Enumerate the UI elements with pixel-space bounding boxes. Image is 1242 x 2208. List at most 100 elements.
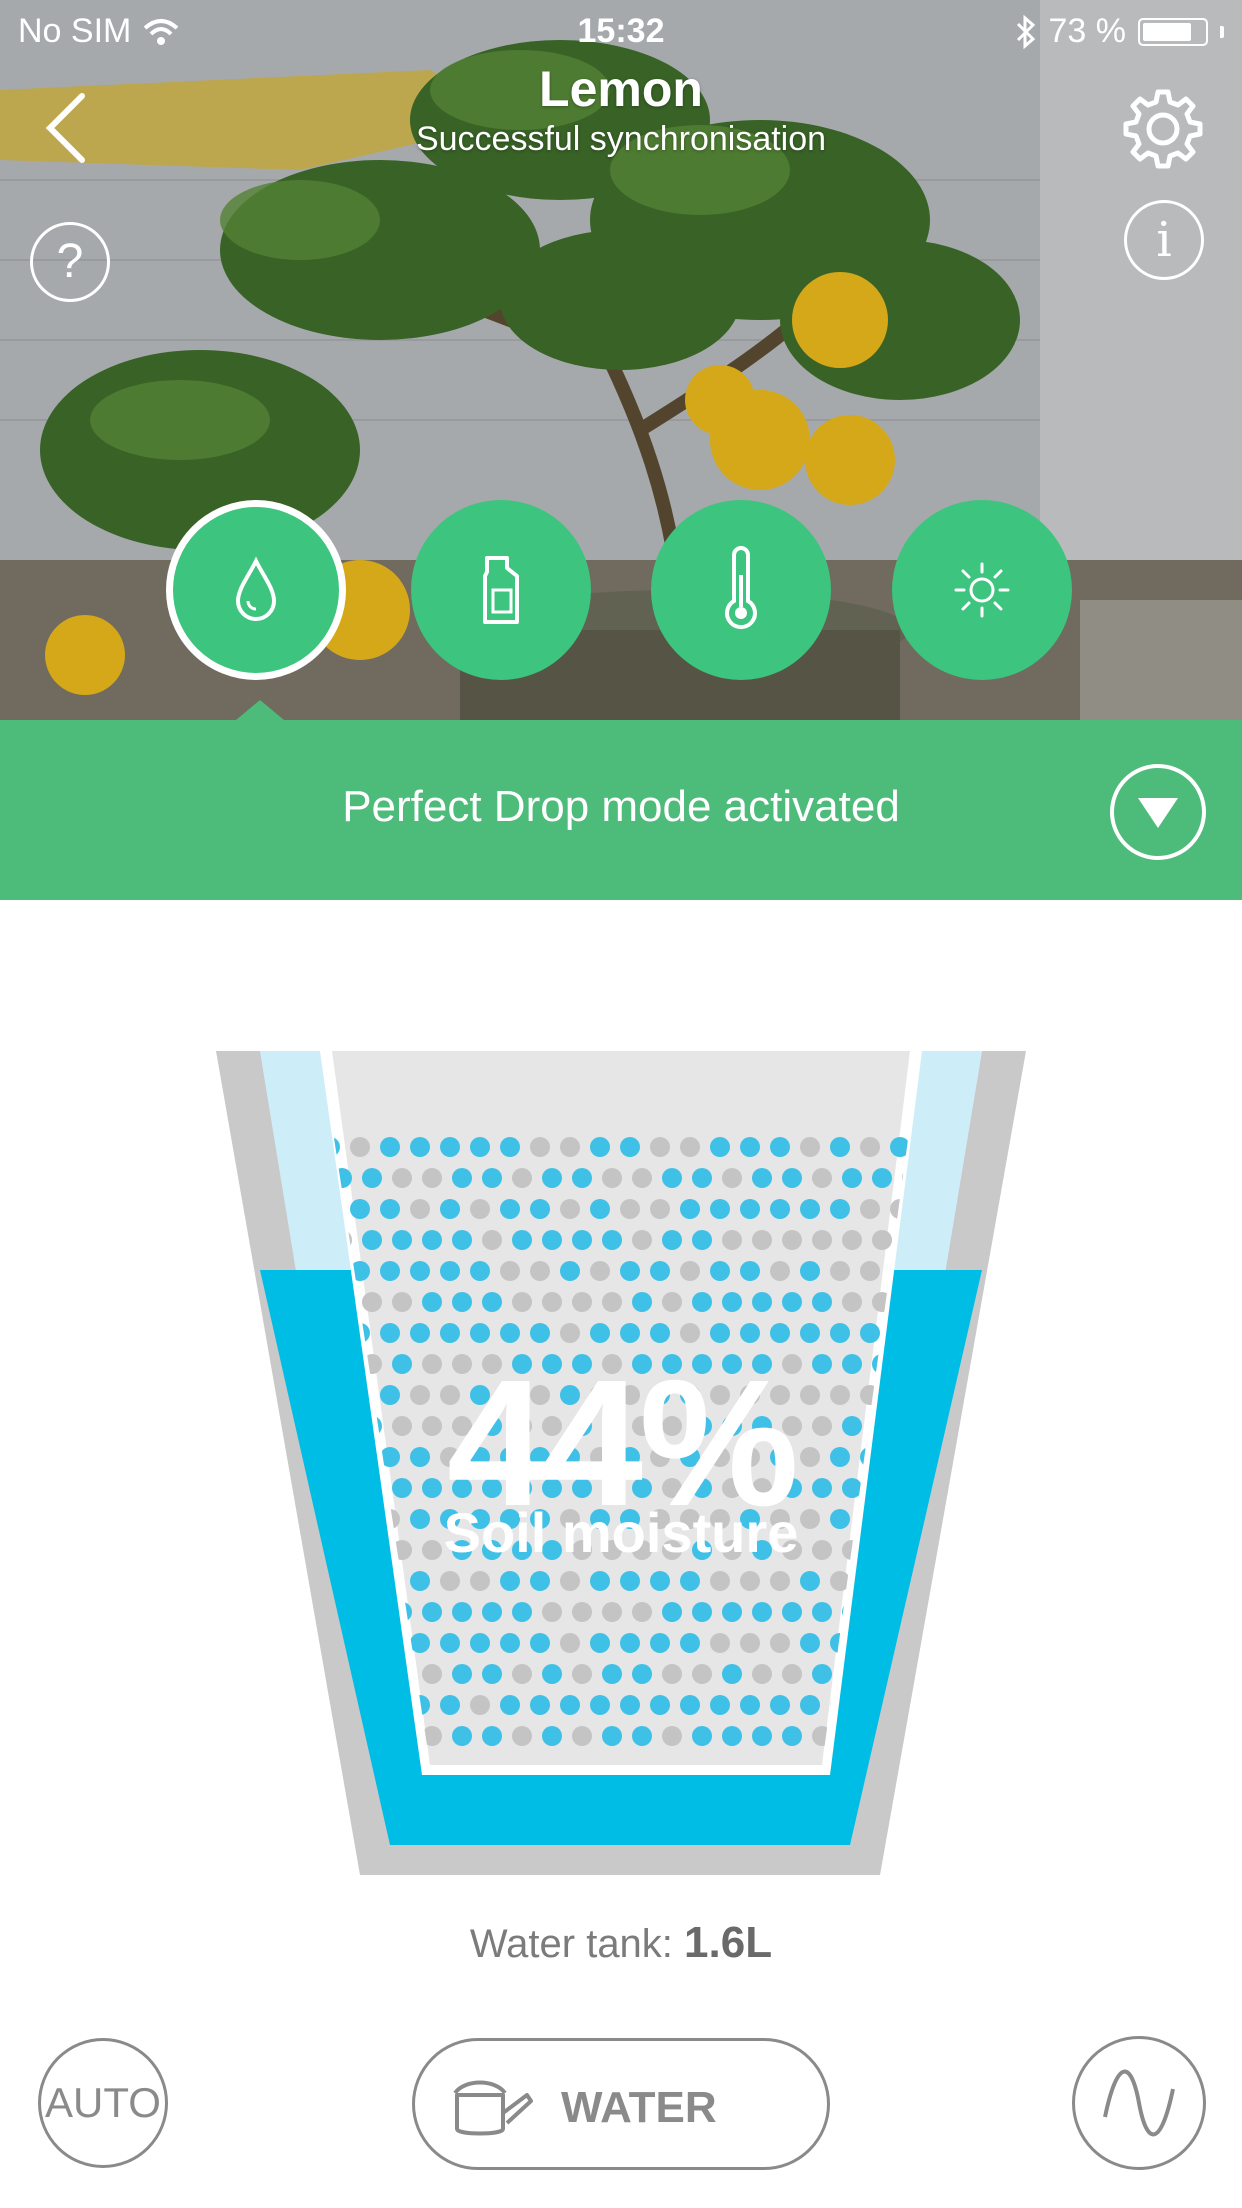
chevron-left-icon — [45, 93, 85, 163]
soil-dot — [812, 1168, 832, 1188]
soil-dot — [782, 1168, 802, 1188]
soil-dot — [530, 1261, 550, 1281]
soil-dot — [440, 1633, 460, 1653]
soil-dot — [800, 1571, 820, 1591]
water-tank-label: Water tank: — [469, 1922, 673, 1966]
soil-dot — [872, 1230, 892, 1250]
water-button[interactable]: WATER — [412, 2038, 830, 2170]
soil-dot — [842, 1292, 862, 1312]
sync-status: Successful synchronisation — [415, 120, 827, 158]
soil-dot — [410, 1199, 430, 1219]
soil-dot — [710, 1571, 730, 1591]
soil-dot — [560, 1137, 580, 1157]
soil-dot — [602, 1168, 622, 1188]
mode-banner: Perfect Drop mode activated — [0, 720, 1242, 900]
sine-wave-icon — [1103, 2069, 1175, 2137]
water-button-label: WATER — [561, 2083, 717, 2132]
soil-dot — [392, 1168, 412, 1188]
soil-dot — [530, 1695, 550, 1715]
tab-light[interactable] — [892, 500, 1072, 680]
soil-dot — [470, 1633, 490, 1653]
soil-dot — [452, 1664, 472, 1684]
soil-dot — [500, 1199, 520, 1219]
soil-dot — [542, 1664, 562, 1684]
soil-dot — [692, 1230, 712, 1250]
soil-dot — [812, 1230, 832, 1250]
auto-mode-button[interactable]: AUTO — [38, 2038, 168, 2168]
battery-percent: 73 % — [1048, 12, 1127, 50]
soil-dot — [800, 1633, 820, 1653]
soil-dot — [740, 1695, 760, 1715]
soil-dot — [500, 1261, 520, 1281]
soil-dot — [722, 1602, 742, 1622]
soil-dot — [530, 1633, 550, 1653]
sun-icon — [954, 562, 1010, 618]
fertilizer-icon — [483, 556, 519, 624]
tab-fertilizer[interactable] — [411, 500, 591, 680]
soil-dot — [770, 1633, 790, 1653]
soil-dot — [452, 1168, 472, 1188]
soil-dot — [650, 1261, 670, 1281]
soil-dot — [632, 1602, 652, 1622]
soil-dot — [572, 1726, 592, 1746]
soil-dot — [650, 1633, 670, 1653]
soil-dot — [542, 1726, 562, 1746]
soil-dot — [440, 1199, 460, 1219]
soil-dot — [650, 1571, 670, 1591]
soil-dot — [710, 1695, 730, 1715]
soil-dot — [500, 1137, 520, 1157]
soil-dot — [632, 1664, 652, 1684]
soil-dot — [560, 1695, 580, 1715]
soil-dot — [500, 1695, 520, 1715]
soil-dot — [710, 1633, 730, 1653]
soil-dot — [692, 1726, 712, 1746]
soil-dot — [800, 1695, 820, 1715]
bluetooth-icon — [1016, 14, 1035, 49]
soil-dot — [752, 1726, 772, 1746]
soil-dot — [800, 1137, 820, 1157]
soil-dot — [380, 1137, 400, 1157]
soil-dot — [800, 1261, 820, 1281]
soil-dot — [602, 1726, 622, 1746]
soil-dot — [680, 1261, 700, 1281]
soil-dot — [542, 1168, 562, 1188]
soil-dot — [572, 1292, 592, 1312]
soil-dot — [770, 1695, 790, 1715]
settings-button[interactable] — [1118, 84, 1208, 174]
soil-dot — [752, 1664, 772, 1684]
soil-dot — [410, 1261, 430, 1281]
soil-dot — [752, 1602, 772, 1622]
plant-photo-header: No SIM 15:32 73 % Lemon Successful synch… — [0, 0, 1242, 720]
soil-dot — [512, 1230, 532, 1250]
soil-dot — [410, 1571, 430, 1591]
soil-dot — [812, 1292, 832, 1312]
soil-dot — [590, 1199, 610, 1219]
soil-dot — [812, 1602, 832, 1622]
soil-dot — [722, 1292, 742, 1312]
schedule-wave-button[interactable] — [1072, 2036, 1206, 2170]
soil-dot — [740, 1137, 760, 1157]
soil-dot — [650, 1695, 670, 1715]
soil-dot — [770, 1199, 790, 1219]
soil-dot — [752, 1292, 772, 1312]
gear-icon — [1123, 89, 1203, 169]
soil-dot — [722, 1726, 742, 1746]
tab-temperature[interactable] — [651, 500, 831, 680]
battery-icon — [1138, 17, 1208, 46]
soil-dot — [602, 1664, 622, 1684]
info-button[interactable]: i — [1124, 200, 1204, 280]
soil-dot — [482, 1168, 502, 1188]
soil-dot — [512, 1292, 532, 1312]
soil-dot — [680, 1199, 700, 1219]
soil-dot — [452, 1230, 472, 1250]
soil-dot — [542, 1602, 562, 1622]
soil-dot — [422, 1168, 442, 1188]
soil-dot — [812, 1664, 832, 1684]
help-button[interactable]: ? — [30, 222, 110, 302]
back-button[interactable] — [40, 90, 100, 170]
tab-water[interactable] — [166, 500, 346, 680]
soil-dot — [662, 1726, 682, 1746]
status-bar: No SIM 15:32 73 % — [0, 0, 1242, 60]
banner-expand-button[interactable] — [1110, 764, 1206, 860]
soil-dot — [770, 1137, 790, 1157]
